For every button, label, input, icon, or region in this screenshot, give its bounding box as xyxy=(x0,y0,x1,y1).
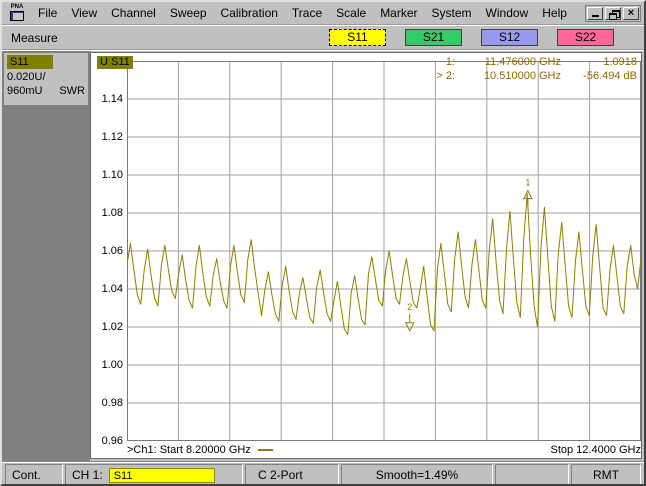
measurement-display: 1.16 1.14 1.12 1.10 1.08 1.06 1.04 1.02 … xyxy=(90,52,642,459)
menu-channel[interactable]: Channel xyxy=(104,4,163,22)
marker-2-id: > 2: xyxy=(436,70,455,82)
marker-readout: 1: 11.476000 GHz 1.0918 > 2: 10.510000 G… xyxy=(427,55,637,83)
s21-button[interactable]: S21 xyxy=(405,29,462,46)
trace-format: SWR xyxy=(59,85,85,97)
pna-application-window: PNA File View Channel Sweep Calibration … xyxy=(0,0,646,486)
menu-window[interactable]: Window xyxy=(479,4,536,22)
trace-scale-per-div: 0.020U/ xyxy=(7,71,46,83)
measure-toolbar-label: Measure xyxy=(11,30,58,45)
plot-grid: 12 xyxy=(127,61,641,441)
y-axis-tick-label: 1.14 xyxy=(101,93,123,105)
marker-2-readout: > 2: 10.510000 GHz -56.494 dB xyxy=(427,69,637,83)
sweep-start-label: >Ch1: Start 8.20000 GHz xyxy=(127,444,251,456)
calibration-status: C 2-Port xyxy=(245,464,339,484)
pna-screen-icon xyxy=(10,11,24,21)
status-bar: Cont. CH 1: S11 C 2-Port Smooth=1.49% RM… xyxy=(2,461,644,484)
svg-text:2: 2 xyxy=(407,302,412,312)
restore-icon-front xyxy=(609,12,617,20)
marker-1-readout: 1: 11.476000 GHz 1.0918 xyxy=(427,55,637,69)
minimize-button[interactable] xyxy=(587,6,603,20)
close-icon: × xyxy=(627,6,635,19)
menu-calibration[interactable]: Calibration xyxy=(214,4,285,22)
menu-bar: PNA File View Channel Sweep Calibration … xyxy=(2,2,644,25)
y-axis-tick-label: 0.98 xyxy=(101,397,123,409)
trace-status-badge: U S11 xyxy=(97,56,133,69)
channel-label: CH 1: xyxy=(72,468,103,482)
sparameter-buttons: S11 S21 S12 S22 xyxy=(329,29,614,46)
y-axis-tick-label: 1.02 xyxy=(101,321,123,333)
status-bar-spacer xyxy=(495,464,569,484)
trace-reference-value: 960mU xyxy=(7,85,43,97)
measure-toolbar: Measure S11 S21 S12 S22 xyxy=(2,25,644,50)
s12-button[interactable]: S12 xyxy=(481,29,538,46)
marker-2-value: -56.494 dB xyxy=(583,70,637,82)
active-measurement-field: S11 xyxy=(108,467,215,483)
menu-view[interactable]: View xyxy=(64,4,104,22)
y-axis-tick-label: 1.08 xyxy=(101,207,123,219)
sweep-mode-text: Cont. xyxy=(12,468,41,482)
marker-1-value: 1.0918 xyxy=(603,56,637,68)
marker-1-freq: 11.476000 GHz xyxy=(484,56,561,68)
calibration-status-text: C 2-Port xyxy=(258,468,303,482)
main-content: S11 0.020U/ 960mU SWR 1.16 1.14 1.12 1.1… xyxy=(2,50,644,461)
menu-items: File View Channel Sweep Calibration Trac… xyxy=(31,4,574,22)
trace-name-tab[interactable]: S11 xyxy=(7,55,53,69)
svg-text:1: 1 xyxy=(525,178,530,188)
pna-app-icon[interactable]: PNA xyxy=(6,4,28,22)
marker-2-freq: 10.510000 GHz xyxy=(483,70,561,82)
trace-color-legend-dash xyxy=(257,449,273,451)
pna-app-icon-label: PNA xyxy=(10,4,24,10)
sweep-range-annotation: >Ch1: Start 8.20000 GHz Stop 12.4000 GHz xyxy=(127,444,641,456)
menu-sweep[interactable]: Sweep xyxy=(163,4,214,22)
trace-sidebar: S11 0.020U/ 960mU SWR xyxy=(2,51,90,461)
y-axis-tick-label: 1.12 xyxy=(101,131,123,143)
remote-status: RMT xyxy=(571,464,641,484)
y-axis-tick-label: 1.00 xyxy=(101,359,123,371)
menu-trace[interactable]: Trace xyxy=(285,4,329,22)
smoothing-status-text: Smooth=1.49% xyxy=(375,468,459,482)
menu-file[interactable]: File xyxy=(31,4,64,22)
remote-status-text: RMT xyxy=(593,468,619,482)
close-button[interactable]: × xyxy=(623,6,639,20)
menu-help[interactable]: Help xyxy=(535,4,574,22)
restore-button[interactable] xyxy=(605,6,621,20)
sweep-stop-label: Stop 12.4000 GHz xyxy=(550,444,641,456)
y-axis-tick-label: 1.04 xyxy=(101,283,123,295)
trace-info-panel: S11 0.020U/ 960mU SWR xyxy=(4,53,88,105)
y-axis-tick-label: 1.06 xyxy=(101,245,123,257)
s11-button[interactable]: S11 xyxy=(329,29,386,46)
sweep-mode-status: Cont. xyxy=(5,464,63,484)
marker-1-id: 1: xyxy=(445,56,455,68)
channel-status: CH 1: S11 xyxy=(65,464,243,484)
swr-trace-plot: 12 xyxy=(127,61,641,441)
s22-button[interactable]: S22 xyxy=(557,29,614,46)
menu-scale[interactable]: Scale xyxy=(329,4,373,22)
minimize-icon xyxy=(592,14,599,17)
menu-marker[interactable]: Marker xyxy=(373,4,424,22)
window-controls: × xyxy=(585,4,641,22)
smoothing-status: Smooth=1.49% xyxy=(341,464,493,484)
y-axis-tick-label: 1.10 xyxy=(101,169,123,181)
menu-system[interactable]: System xyxy=(425,4,479,22)
y-axis-tick-label: 0.96 xyxy=(101,435,123,447)
